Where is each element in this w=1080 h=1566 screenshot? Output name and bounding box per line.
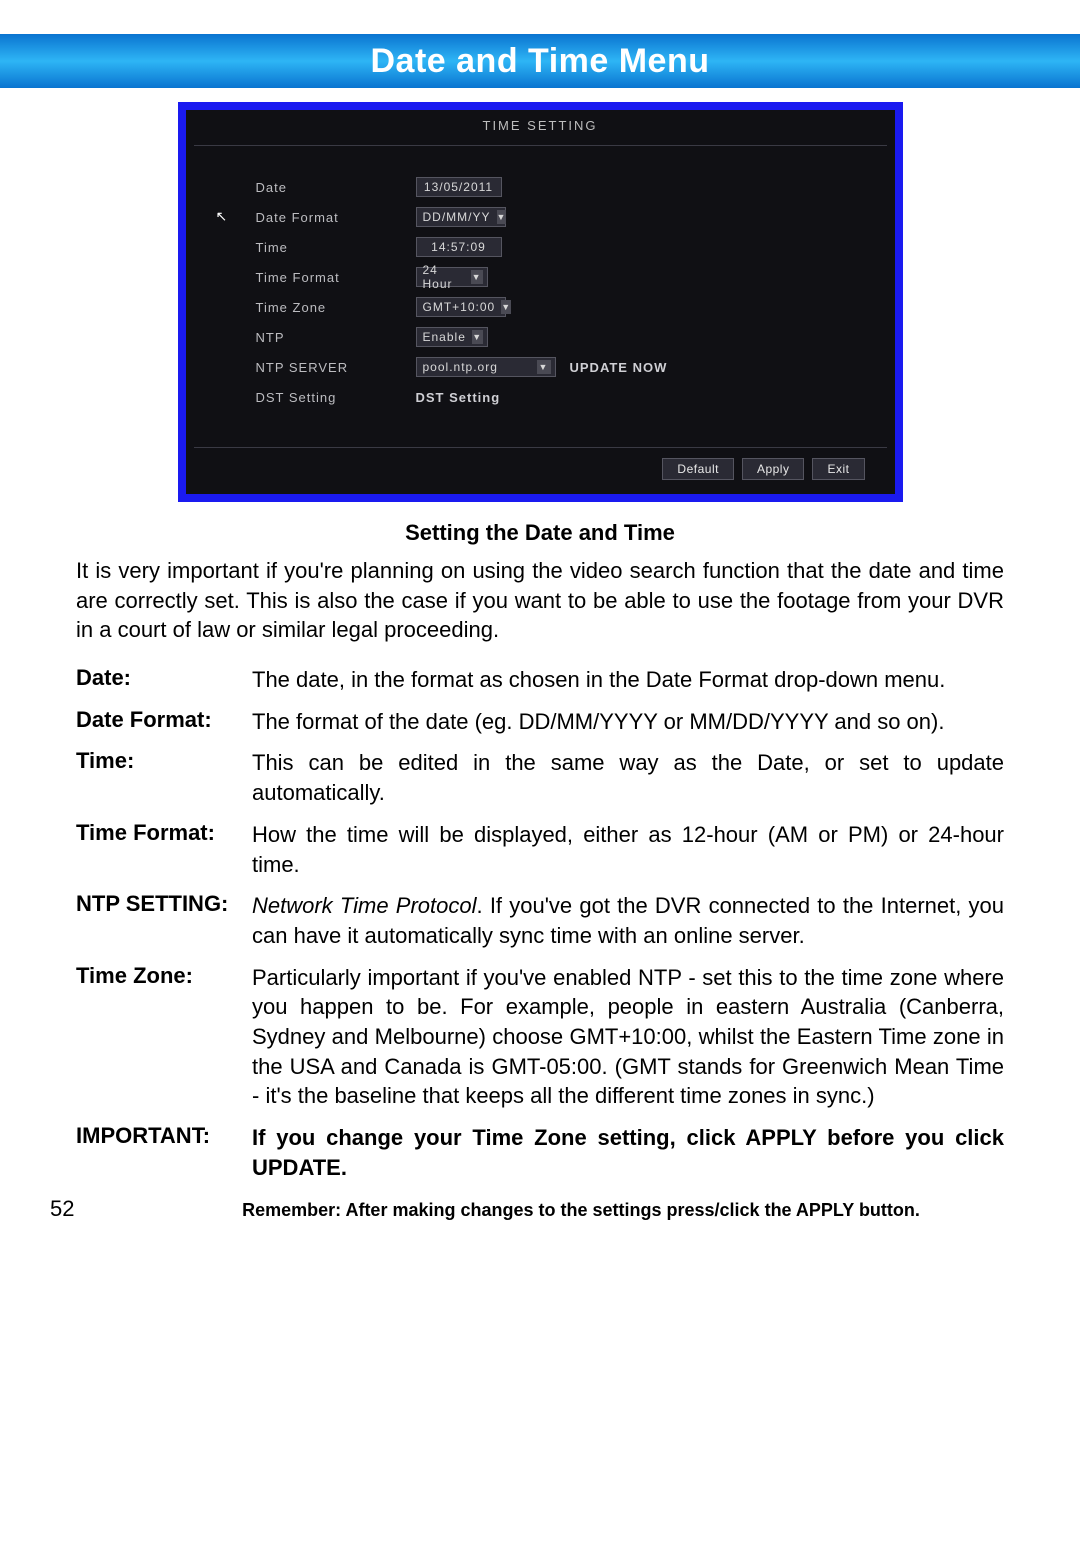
chevron-down-icon: ▼ xyxy=(497,210,507,224)
def-time: Time: This can be edited in the same way… xyxy=(76,748,1004,807)
dst-setting-button[interactable]: DST Setting xyxy=(416,390,501,405)
label-dst: DST Setting xyxy=(256,390,416,405)
def-important: IMPORTANT: If you change your Time Zone … xyxy=(76,1123,1004,1182)
intro-paragraph: It is very important if you're planning … xyxy=(76,556,1004,645)
term-date-format: Date Format: xyxy=(76,707,252,737)
select-time-zone[interactable]: GMT+10:00 ▼ xyxy=(416,297,506,317)
update-now-button[interactable]: UPDATE NOW xyxy=(570,360,668,375)
label-date: Date xyxy=(256,180,416,195)
row-dst: DST Setting DST Setting xyxy=(256,382,875,412)
term-important: IMPORTANT: xyxy=(76,1123,252,1182)
term-time: Time: xyxy=(76,748,252,807)
def-time-zone: Time Zone: Particularly important if you… xyxy=(76,963,1004,1111)
row-date-format: Date Format DD/MM/YY ▼ xyxy=(256,202,875,232)
default-button[interactable]: Default xyxy=(662,458,734,480)
chevron-down-icon: ▼ xyxy=(471,270,483,284)
row-ntp-server: NTP SERVER pool.ntp.org ▼ UPDATE NOW xyxy=(256,352,875,382)
body-date-format: The format of the date (eg. DD/MM/YYYY o… xyxy=(252,707,1004,737)
body-ntp: Network Time Protocol. If you've got the… xyxy=(252,891,1004,950)
label-time: Time xyxy=(256,240,416,255)
dvr-form: Date 13/05/2011 Date Format DD/MM/YY ▼ T… xyxy=(186,146,895,447)
input-date[interactable]: 13/05/2011 xyxy=(416,177,502,197)
row-date: Date 13/05/2011 xyxy=(256,172,875,202)
apply-button[interactable]: Apply xyxy=(742,458,805,480)
page-footer: 52 Remember: After making changes to the… xyxy=(0,1196,1080,1222)
label-ntp: NTP xyxy=(256,330,416,345)
dvr-footer: Default Apply Exit xyxy=(186,448,895,494)
screenshot-container: TIME SETTING ↖ Date 13/05/2011 Date Form… xyxy=(0,102,1080,502)
footer-reminder: Remember: After making changes to the se… xyxy=(158,1200,1004,1221)
chevron-down-icon: ▼ xyxy=(537,360,551,374)
page-content: Setting the Date and Time It is very imp… xyxy=(0,502,1080,1182)
body-date: The date, in the format as chosen in the… xyxy=(252,665,1004,695)
label-time-format: Time Format xyxy=(256,270,416,285)
input-time[interactable]: 14:57:09 xyxy=(416,237,502,257)
def-ntp: NTP SETTING: Network Time Protocol. If y… xyxy=(76,891,1004,950)
body-important: If you change your Time Zone setting, cl… xyxy=(252,1123,1004,1182)
label-date-format: Date Format xyxy=(256,210,416,225)
label-ntp-server: NTP SERVER xyxy=(256,360,416,375)
section-heading: Setting the Date and Time xyxy=(76,520,1004,546)
term-date: Date: xyxy=(76,665,252,695)
definitions-list: Date: The date, in the format as chosen … xyxy=(76,665,1004,1182)
select-date-format[interactable]: DD/MM/YY ▼ xyxy=(416,207,506,227)
page-banner: Date and Time Menu xyxy=(0,34,1080,88)
term-time-format: Time Format: xyxy=(76,820,252,879)
dvr-screenshot-frame: TIME SETTING ↖ Date 13/05/2011 Date Form… xyxy=(178,102,903,502)
page-title: Date and Time Menu xyxy=(371,42,710,81)
select-time-format[interactable]: 24 Hour ▼ xyxy=(416,267,488,287)
term-ntp: NTP SETTING: xyxy=(76,891,252,950)
term-time-zone: Time Zone: xyxy=(76,963,252,1111)
row-time: Time 14:57:09 xyxy=(256,232,875,262)
chevron-down-icon: ▼ xyxy=(472,330,483,344)
body-time-format: How the time will be displayed, either a… xyxy=(252,820,1004,879)
def-date: Date: The date, in the format as chosen … xyxy=(76,665,1004,695)
page-number: 52 xyxy=(50,1196,158,1222)
row-time-zone: Time Zone GMT+10:00 ▼ xyxy=(256,292,875,322)
row-time-format: Time Format 24 Hour ▼ xyxy=(256,262,875,292)
body-time-zone: Particularly important if you've enabled… xyxy=(252,963,1004,1111)
exit-button[interactable]: Exit xyxy=(812,458,864,480)
def-time-format: Time Format: How the time will be displa… xyxy=(76,820,1004,879)
dvr-window: TIME SETTING ↖ Date 13/05/2011 Date Form… xyxy=(186,110,895,494)
label-time-zone: Time Zone xyxy=(256,300,416,315)
select-ntp-server[interactable]: pool.ntp.org ▼ xyxy=(416,357,556,377)
def-date-format: Date Format: The format of the date (eg.… xyxy=(76,707,1004,737)
mouse-cursor-icon: ↖ xyxy=(216,208,228,225)
dvr-window-title: TIME SETTING xyxy=(186,110,895,145)
select-ntp[interactable]: Enable ▼ xyxy=(416,327,488,347)
row-ntp: NTP Enable ▼ xyxy=(256,322,875,352)
chevron-down-icon: ▼ xyxy=(501,300,511,314)
body-time: This can be edited in the same way as th… xyxy=(252,748,1004,807)
